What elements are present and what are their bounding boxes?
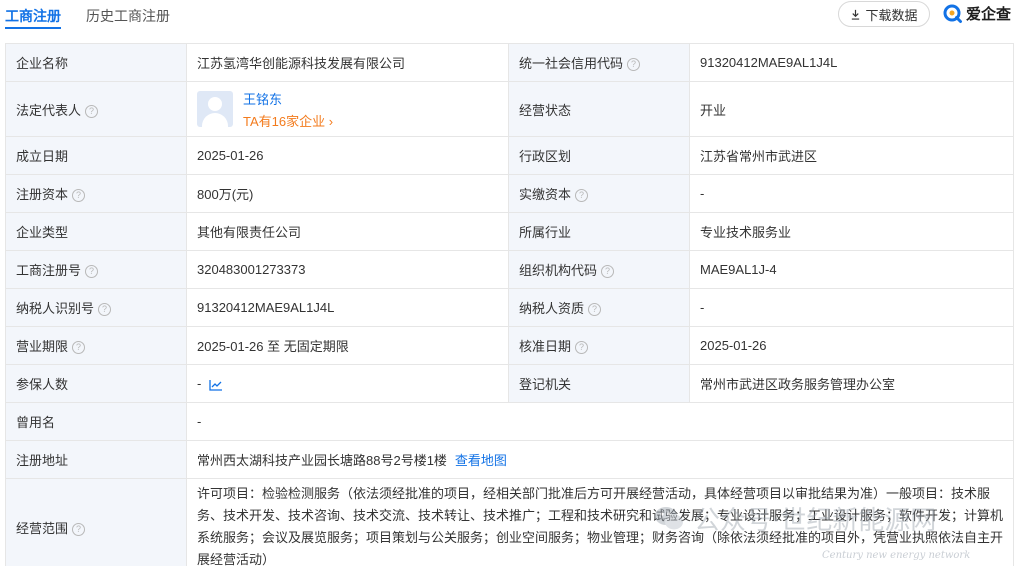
label-authority: 登记机关 xyxy=(508,364,690,403)
label-taxpayer-qual-text: 纳税人资质 xyxy=(519,301,585,316)
value-authority: 常州市武进区政务服务管理办公室 xyxy=(689,364,1014,403)
value-insured: - xyxy=(186,364,509,403)
value-taxpayer-id: 91320412MAE9AL1J4L xyxy=(186,288,509,327)
help-icon[interactable]: ? xyxy=(575,189,589,203)
value-address: 常州西太湖科技产业园长塘路88号2号楼1楼 查看地图 xyxy=(186,440,1014,479)
table-row: 注册地址 常州西太湖科技产业园长塘路88号2号楼1楼 查看地图 xyxy=(5,440,1014,479)
value-legal-rep: 王铭东 TA有16家企业 › xyxy=(186,81,509,137)
value-term: 2025-01-26 至 无固定期限 xyxy=(186,326,509,365)
help-icon[interactable]: ? xyxy=(72,522,86,536)
label-region: 行政区划 xyxy=(508,136,690,175)
label-legal-rep: 法定代表人? xyxy=(5,81,187,137)
label-credit-code-text: 统一社会信用代码 xyxy=(519,56,624,71)
label-capital-text: 注册资本 xyxy=(16,187,69,202)
label-company-name: 企业名称 xyxy=(5,43,187,82)
help-icon[interactable]: ? xyxy=(627,58,641,72)
trend-chart-icon[interactable] xyxy=(209,379,223,391)
help-icon[interactable]: ? xyxy=(72,189,86,203)
help-icon[interactable]: ? xyxy=(72,341,86,355)
label-taxpayer-qual: 纳税人资质? xyxy=(508,288,690,327)
value-approval-date: 2025-01-26 xyxy=(689,326,1014,365)
value-former-name: - xyxy=(186,402,1014,441)
value-company-type: 其他有限责任公司 xyxy=(186,212,509,251)
label-credit-code: 统一社会信用代码? xyxy=(508,43,690,82)
label-address: 注册地址 xyxy=(5,440,187,479)
brand-name: 爱企查 xyxy=(966,6,1012,23)
table-row: 经营范围? 许可项目：检验检测服务（依法须经批准的项目，经相关部门批准后方可开展… xyxy=(5,478,1014,566)
help-icon[interactable]: ? xyxy=(588,303,602,317)
label-insured: 参保人数 xyxy=(5,364,187,403)
label-approval-date-text: 核准日期 xyxy=(519,339,572,354)
aiqicha-logo-icon xyxy=(943,4,962,23)
label-capital: 注册资本? xyxy=(5,174,187,213)
top-bar: 工商注册 历史工商注册 下载数据 爱企查 xyxy=(0,0,1017,32)
label-term: 营业期限? xyxy=(5,326,187,365)
table-row: 企业类型 其他有限责任公司 所属行业 专业技术服务业 xyxy=(5,212,1014,251)
value-org-code: MAE9AL1J-4 xyxy=(689,250,1014,289)
value-insured-text: - xyxy=(197,376,202,391)
label-industry: 所属行业 xyxy=(508,212,690,251)
download-icon xyxy=(852,9,860,20)
value-paid-capital: - xyxy=(689,174,1014,213)
label-term-text: 营业期限 xyxy=(16,339,69,354)
help-icon[interactable]: ? xyxy=(575,341,589,355)
tab-business-registration[interactable]: 工商注册 xyxy=(5,6,61,26)
label-paid-capital: 实缴资本? xyxy=(508,174,690,213)
table-row: 企业名称 江苏氢湾华创能源科技发展有限公司 统一社会信用代码? 91320412… xyxy=(5,43,1014,82)
table-row: 曾用名 - xyxy=(5,402,1014,441)
download-data-label: 下载数据 xyxy=(865,7,918,23)
label-founded: 成立日期 xyxy=(5,136,187,175)
table-row: 纳税人识别号? 91320412MAE9AL1J4L 纳税人资质? - xyxy=(5,288,1014,327)
label-reg-no-text: 工商注册号 xyxy=(16,263,82,278)
value-founded: 2025-01-26 xyxy=(186,136,509,175)
table-row: 注册资本? 800万(元) 实缴资本? - xyxy=(5,174,1014,213)
value-status: 开业 xyxy=(689,81,1014,137)
label-approval-date: 核准日期? xyxy=(508,326,690,365)
table-row: 营业期限? 2025-01-26 至 无固定期限 核准日期? 2025-01-2… xyxy=(5,326,1014,365)
registration-info-table: 企业名称 江苏氢湾华创能源科技发展有限公司 统一社会信用代码? 91320412… xyxy=(5,43,1014,566)
help-icon[interactable]: ? xyxy=(98,303,112,317)
label-company-type: 企业类型 xyxy=(5,212,187,251)
value-scope: 许可项目：检验检测服务（依法须经批准的项目，经相关部门批准后方可开展经营活动，具… xyxy=(186,478,1014,566)
legal-rep-name-link[interactable]: 王铭东 xyxy=(243,89,333,108)
label-scope-text: 经营范围 xyxy=(16,520,69,536)
table-row: 参保人数 - 登记机关 常州市武进区政务服务管理办公室 xyxy=(5,364,1014,403)
table-row: 法定代表人? 王铭东 TA有16家企业 › 经营状态 开业 xyxy=(5,81,1014,137)
label-scope: 经营范围? xyxy=(5,478,187,566)
label-taxpayer-id-text: 纳税人识别号 xyxy=(16,301,95,316)
value-taxpayer-qual: - xyxy=(689,288,1014,327)
label-org-code: 组织机构代码? xyxy=(508,250,690,289)
help-icon[interactable]: ? xyxy=(85,104,99,118)
active-tab-indicator xyxy=(5,27,61,29)
label-legal-rep-text: 法定代表人 xyxy=(16,102,82,118)
value-capital: 800万(元) xyxy=(186,174,509,213)
label-reg-no: 工商注册号? xyxy=(5,250,187,289)
label-status: 经营状态 xyxy=(508,81,690,137)
label-paid-capital-text: 实缴资本 xyxy=(519,187,572,202)
label-org-code-text: 组织机构代码 xyxy=(519,263,598,278)
value-company-name: 江苏氢湾华创能源科技发展有限公司 xyxy=(186,43,509,82)
help-icon[interactable]: ? xyxy=(601,265,615,279)
table-row: 工商注册号? 320483001273373 组织机构代码? MAE9AL1J-… xyxy=(5,250,1014,289)
table-row: 成立日期 2025-01-26 行政区划 江苏省常州市武进区 xyxy=(5,136,1014,175)
download-data-button[interactable]: 下载数据 xyxy=(838,1,930,27)
value-credit-code: 91320412MAE9AL1J4L xyxy=(689,43,1014,82)
tab-history-registration[interactable]: 历史工商注册 xyxy=(86,6,170,26)
label-taxpayer-id: 纳税人识别号? xyxy=(5,288,187,327)
view-map-link[interactable]: 查看地图 xyxy=(455,453,507,468)
avatar[interactable] xyxy=(197,91,233,127)
value-region: 江苏省常州市武进区 xyxy=(689,136,1014,175)
value-industry: 专业技术服务业 xyxy=(689,212,1014,251)
legal-rep-companies-link[interactable]: TA有16家企业 › xyxy=(243,111,333,130)
brand-logo: 爱企查 xyxy=(943,3,1011,24)
label-former-name: 曾用名 xyxy=(5,402,187,441)
help-icon[interactable]: ? xyxy=(85,265,99,279)
value-reg-no: 320483001273373 xyxy=(186,250,509,289)
address-text: 常州西太湖科技产业园长塘路88号2号楼1楼 xyxy=(197,453,447,468)
